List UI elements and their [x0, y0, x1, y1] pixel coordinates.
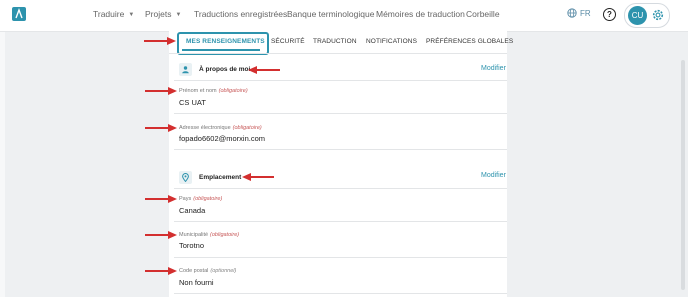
- chevron-down-icon: ▼: [128, 12, 135, 18]
- nav-projets[interactable]: Projets ▼: [145, 9, 181, 19]
- nav-traduire[interactable]: Traduire ▼: [93, 9, 134, 19]
- field-value-municipality: Torotno: [179, 241, 205, 250]
- section-divider: [174, 80, 507, 81]
- nav-projets-label: Projets: [145, 9, 172, 19]
- page-scrollbar[interactable]: [681, 60, 685, 290]
- nav-traduire-label: Traduire: [93, 9, 125, 19]
- optional-marker: (optionnel): [210, 268, 237, 274]
- field-label-municipality: Municipalité (obligatoire): [179, 232, 239, 238]
- tab-notifications[interactable]: NOTIFICATIONS: [366, 38, 417, 45]
- field-label-country: Pays (obligatoire): [179, 196, 222, 202]
- required-marker: (obligatoire): [210, 232, 240, 238]
- annotation-arrow-right: [145, 124, 177, 132]
- active-tab-highlight: [177, 32, 269, 55]
- field-divider: [174, 149, 507, 150]
- language-label: FR: [580, 9, 591, 18]
- field-value-name: CS UAT: [179, 98, 206, 107]
- avatar[interactable]: CU: [628, 6, 647, 25]
- left-edge: [0, 32, 5, 297]
- nav-memoires-de-traduction[interactable]: Mémoires de traduction: [376, 9, 465, 19]
- annotation-arrow-right: [145, 87, 177, 95]
- person-icon: [179, 63, 192, 76]
- field-value-postal-code: Non fourni: [179, 278, 214, 287]
- globe-icon: [567, 8, 577, 18]
- location-pin-icon: [179, 171, 192, 184]
- field-label-name: Prénom et nom (obligatoire): [179, 88, 248, 94]
- field-divider: [174, 221, 507, 222]
- field-value-email: fopado6602@morxin.com: [179, 134, 265, 143]
- nav-banque-terminologique[interactable]: Banque terminologique: [287, 9, 374, 19]
- chevron-down-icon: ▼: [175, 12, 182, 18]
- tab-traduction[interactable]: TRADUCTION: [313, 38, 357, 45]
- required-marker: (obligatoire): [218, 88, 248, 94]
- section-title-about-me: À propos de moi: [199, 66, 251, 73]
- annotation-arrow-right: [144, 37, 176, 45]
- field-label-text: Code postal: [179, 268, 209, 274]
- top-navbar: Traduire ▼ Projets ▼ Traductions enregistr…: [0, 0, 688, 32]
- field-label-text: Prénom et nom: [179, 88, 217, 94]
- user-menu[interactable]: CU: [624, 3, 670, 28]
- tab-preferences-globales[interactable]: PRÉFÉRENCES GLOBALES: [426, 38, 513, 45]
- annotation-arrow-right: [145, 231, 177, 239]
- field-divider: [174, 293, 507, 294]
- required-marker: (obligatoire): [232, 125, 262, 131]
- help-icon[interactable]: ?: [603, 8, 616, 21]
- modify-about-me-button[interactable]: Modifier: [481, 65, 506, 72]
- field-label-email: Adresse électronique (obligatoire): [179, 125, 262, 131]
- field-label-text: Municipalité: [179, 232, 209, 238]
- gear-icon[interactable]: [651, 8, 665, 22]
- nav-traductions-enregistrees[interactable]: Traductions enregistrées: [194, 9, 287, 19]
- section-title-location: Emplacement: [199, 174, 242, 181]
- annotation-arrow-right: [145, 267, 177, 275]
- annotation-arrow-right: [145, 195, 177, 203]
- modify-location-button[interactable]: Modifier: [481, 172, 506, 179]
- annotation-arrow-left: [248, 66, 280, 74]
- tab-securite[interactable]: SÉCURITÉ: [271, 38, 305, 45]
- field-label-postal-code: Code postal (optionnel): [179, 268, 236, 274]
- field-label-text: Adresse électronique: [179, 125, 231, 131]
- section-divider: [174, 188, 507, 189]
- required-marker: (obligatoire): [193, 196, 223, 202]
- tabs-divider: [169, 53, 507, 54]
- app-logo[interactable]: [12, 7, 26, 21]
- field-label-text: Pays: [179, 196, 192, 202]
- field-divider: [174, 257, 507, 258]
- field-divider: [174, 113, 507, 114]
- annotation-arrow-left: [242, 173, 274, 181]
- nav-corbeille[interactable]: Corbeille: [466, 9, 500, 19]
- field-value-country: Canada: [179, 206, 206, 215]
